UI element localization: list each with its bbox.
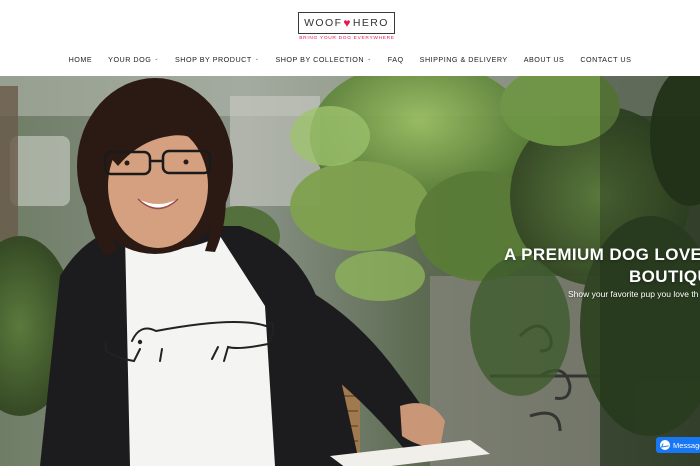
messenger-label: Message — [673, 440, 700, 450]
nav-item-your-dog[interactable]: YOUR DOG ⌄ — [108, 55, 159, 64]
nav-item-about-us[interactable]: ABOUT US — [524, 55, 565, 64]
nav-item-label: YOUR DOG — [108, 54, 152, 64]
messenger-icon — [660, 440, 670, 450]
nav-item-home[interactable]: HOME — [69, 55, 93, 64]
logo-tagline: BRING YOUR DOG EVERYWHERE — [299, 36, 395, 41]
nav-item-label: SHIPPING & DELIVERY — [419, 54, 508, 64]
hero-title: A PREMIUM DOG LOVER BOUTIQU — [504, 244, 700, 288]
nav-item-shipping-delivery[interactable]: SHIPPING & DELIVERY — [420, 55, 508, 64]
nav-item-label: HOME — [68, 54, 93, 64]
chevron-down-icon: ⌄ — [254, 56, 260, 62]
chevron-down-icon: ⌄ — [154, 56, 159, 62]
messenger-chat-button[interactable]: Message — [656, 437, 700, 453]
logo-text-hero: HERO — [352, 17, 389, 29]
nav-item-label: SHOP BY PRODUCT — [175, 54, 252, 64]
nav-item-label: FAQ — [387, 54, 404, 64]
nav-item-faq[interactable]: FAQ — [388, 55, 404, 64]
heart-icon: ♥ — [343, 16, 352, 30]
nav-item-shop-by-product[interactable]: SHOP BY PRODUCT ⌄ — [175, 55, 259, 64]
hero-subtitle: Show your favorite pup you love th — [568, 289, 699, 299]
nav-item-label: ABOUT US — [523, 54, 565, 64]
site-logo[interactable]: WOOF ♥ HERO — [298, 12, 395, 34]
chevron-down-icon: ⌄ — [367, 56, 372, 62]
nav-item-label: CONTACT US — [580, 54, 632, 64]
nav-item-label: SHOP BY COLLECTION — [275, 54, 365, 64]
logo-text-woof: WOOF — [304, 17, 343, 29]
nav-item-contact-us[interactable]: CONTACT US — [580, 55, 631, 64]
nav-item-shop-by-collection[interactable]: SHOP BY COLLECTION ⌄ — [275, 55, 371, 64]
hero-banner: A PREMIUM DOG LOVER BOUTIQU Show your fa… — [0, 76, 700, 466]
hero-title-line-2: BOUTIQU — [629, 267, 700, 286]
hero-title-line-1: A PREMIUM DOG LOVER — [504, 245, 700, 264]
main-nav: HOME YOUR DOG ⌄ SHOP BY PRODUCT ⌄ SHOP B… — [0, 53, 700, 65]
site-header: WOOF ♥ HERO BRING YOUR DOG EVERYWHERE HO… — [0, 0, 700, 76]
